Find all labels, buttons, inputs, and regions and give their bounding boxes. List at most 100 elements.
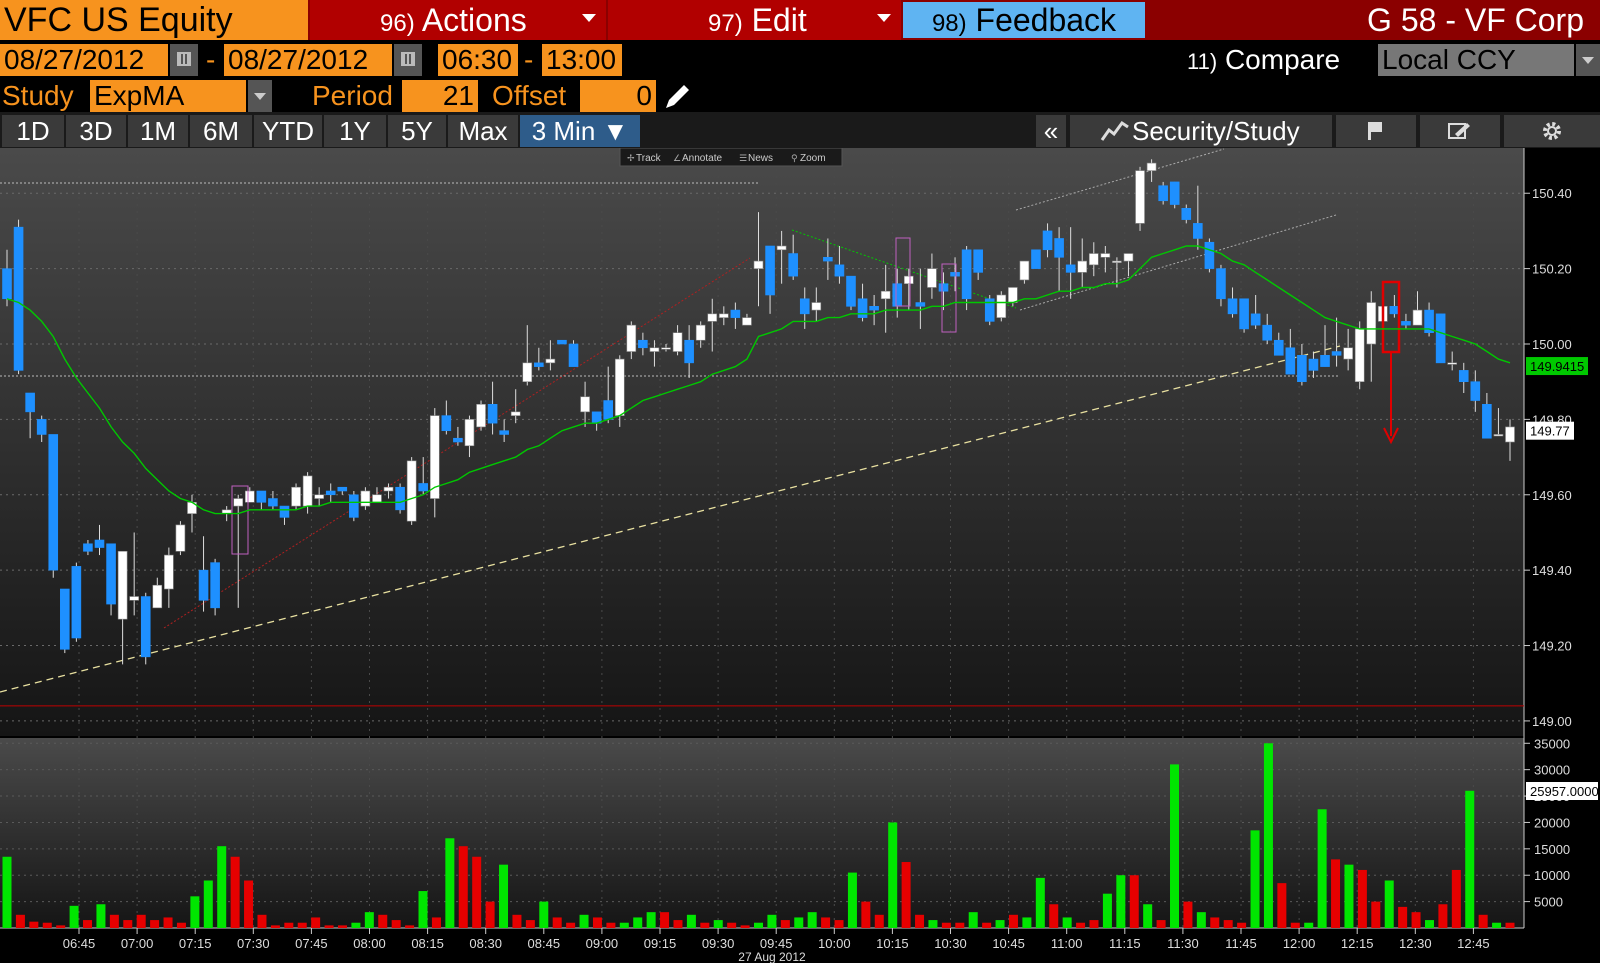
candle-body: [1320, 355, 1330, 367]
toolbar-icon[interactable]: ✢: [627, 153, 635, 163]
pencil-icon[interactable]: [662, 80, 694, 112]
range-tab-max[interactable]: Max: [448, 115, 518, 147]
range-tab-1y[interactable]: 1Y: [324, 115, 386, 147]
time-tick-label: 11:30: [1167, 936, 1199, 951]
security-ticker[interactable]: VFC US Equity: [0, 0, 308, 40]
candle-body: [71, 566, 82, 639]
candle-body: [164, 554, 174, 590]
candle-body: [799, 298, 810, 315]
toolbar-zoom-button[interactable]: Zoom: [800, 153, 826, 164]
time-tick-label: 11:00: [1051, 936, 1083, 951]
candle-body: [1181, 208, 1192, 220]
volume-bar: [391, 920, 401, 928]
period-label: Period: [312, 80, 393, 111]
collapse-button[interactable]: «: [1036, 115, 1066, 147]
start-date-field[interactable]: 08/27/2012: [0, 44, 168, 76]
volume-bar: [297, 922, 307, 928]
volume-bar: [901, 862, 911, 928]
candle-body: [291, 486, 301, 507]
volume-bar: [405, 925, 415, 928]
candle-body: [1193, 223, 1203, 239]
candle-body: [707, 313, 718, 322]
period-field[interactable]: 21: [402, 80, 478, 112]
candle-body: [765, 245, 775, 296]
volume-bar: [847, 872, 857, 928]
chevron-down-icon[interactable]: [1576, 44, 1600, 76]
candle-body: [1505, 426, 1515, 443]
range-tab-3min[interactable]: 3 Min ▼: [520, 115, 640, 147]
range-tab-ytd[interactable]: YTD: [254, 115, 322, 147]
candle-body: [823, 257, 833, 262]
toolbar-news-button[interactable]: News: [748, 153, 773, 164]
volume-bar: [123, 920, 133, 928]
candle-body: [776, 245, 787, 251]
feedback-button[interactable]: 98) Feedback: [903, 2, 1145, 38]
volume-bar: [686, 914, 696, 928]
volume-bar: [458, 846, 468, 928]
candle-body: [337, 486, 348, 492]
volume-bar: [1290, 922, 1300, 928]
volume-bar: [633, 917, 643, 928]
volume-bar: [364, 912, 374, 928]
start-time-field[interactable]: 06:30: [438, 44, 518, 76]
toolbar-icon[interactable]: ⚲: [791, 153, 798, 163]
candle-body: [545, 358, 556, 364]
candle-body: [915, 302, 926, 307]
candle-body: [1227, 298, 1238, 315]
toolbar-icon[interactable]: ☰: [739, 153, 747, 163]
candle-body: [961, 249, 972, 300]
time-tick-label: 07:45: [295, 936, 328, 951]
candle-body: [1077, 260, 1088, 273]
end-date-field[interactable]: 08/27/2012: [224, 44, 392, 76]
edit-menu[interactable]: 97) Edit: [608, 0, 901, 40]
study-select[interactable]: ExpMA: [90, 80, 246, 112]
candle-body: [522, 362, 533, 382]
chevron-down-icon[interactable]: [248, 80, 272, 112]
candle-body: [2, 268, 12, 300]
volume-tick-label: 5000: [1534, 895, 1563, 910]
volume-bar: [794, 917, 804, 928]
range-tab-3d[interactable]: 3D: [66, 115, 126, 147]
volume-bar: [740, 925, 750, 928]
price-volume-chart[interactable]: 150.40150.20150.00149.80149.60149.40149.…: [0, 148, 1600, 963]
compare-button[interactable]: 11) Compare: [1187, 44, 1340, 76]
range-tab-5y[interactable]: 5Y: [388, 115, 446, 147]
volume-bar: [190, 896, 200, 928]
candle-body: [117, 551, 128, 620]
toolbar-track-button[interactable]: Track: [636, 153, 662, 164]
toolbar-annotate-button[interactable]: Annotate: [682, 153, 722, 164]
range-tab-6m[interactable]: 6M: [190, 115, 252, 147]
volume-bar: [780, 920, 790, 928]
time-tick-label: 12:30: [1399, 936, 1432, 951]
currency-select[interactable]: Local CCY: [1378, 44, 1574, 76]
candle-body: [880, 290, 891, 300]
candle-body: [626, 324, 637, 352]
volume-bar: [1143, 904, 1153, 928]
volume-bar: [1129, 875, 1139, 928]
candle-body: [811, 302, 822, 311]
annotate-button[interactable]: [1420, 115, 1500, 147]
toolbar-icon[interactable]: ∠: [673, 153, 681, 163]
candle-body: [1262, 324, 1273, 341]
volume-bar: [257, 914, 267, 928]
volume-bar: [1183, 901, 1193, 928]
actions-menu[interactable]: 96) Actions: [310, 0, 606, 40]
settings-button[interactable]: [1504, 115, 1600, 147]
candle-body: [846, 275, 856, 307]
volume-bar: [1263, 743, 1273, 928]
calendar-icon[interactable]: [170, 44, 198, 76]
volume-bar: [579, 914, 589, 928]
security-study-button[interactable]: Security/Study: [1070, 115, 1332, 147]
offset-field[interactable]: 0: [580, 80, 656, 112]
range-tab-1m[interactable]: 1M: [128, 115, 188, 147]
range-tab-1d[interactable]: 1D: [2, 115, 64, 147]
volume-bar: [995, 920, 1005, 928]
candle-body: [140, 596, 151, 658]
flag-button[interactable]: [1336, 115, 1416, 147]
calendar-icon[interactable]: [394, 44, 422, 76]
chevron-down-icon: [582, 14, 596, 22]
end-time-field[interactable]: 13:00: [542, 44, 622, 76]
chevron-down-icon: [877, 14, 891, 22]
page-title: G 58 - VF Corp: [1367, 2, 1584, 38]
candle-body: [499, 430, 509, 435]
